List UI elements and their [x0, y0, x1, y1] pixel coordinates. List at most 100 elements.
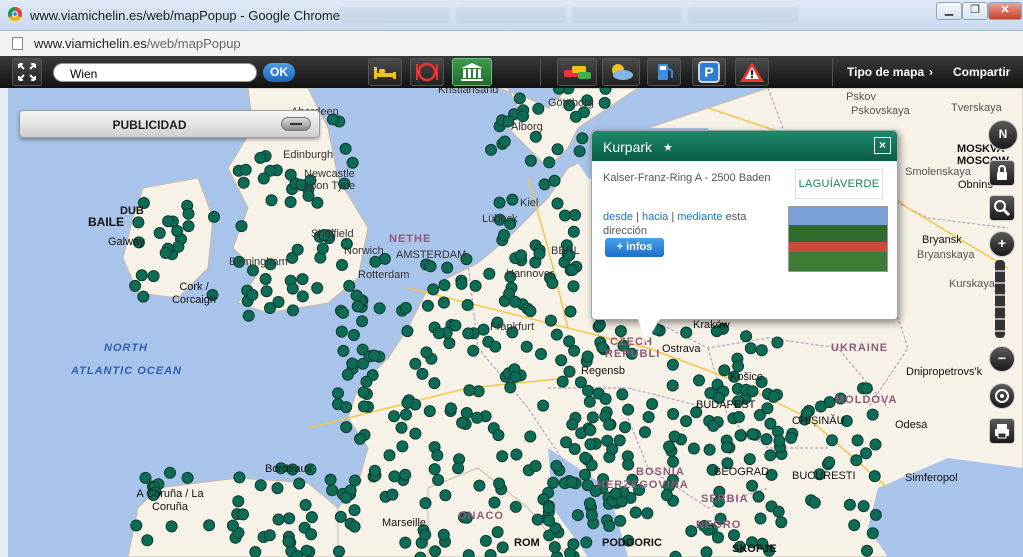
poi-pin[interactable] [428, 463, 441, 476]
poi-pin[interactable] [263, 529, 276, 542]
poi-pin[interactable] [159, 247, 172, 259]
poi-pin[interactable] [734, 429, 747, 442]
poi-pin[interactable] [687, 442, 700, 455]
poi-pin[interactable] [814, 400, 827, 413]
poi-pin[interactable] [286, 282, 299, 295]
poi-pin[interactable] [427, 283, 440, 296]
poi-pin[interactable] [437, 296, 450, 309]
poi-pin[interactable] [622, 403, 635, 416]
poi-pin[interactable] [235, 220, 248, 233]
poi-pin[interactable] [305, 511, 318, 524]
poi-pin[interactable] [619, 421, 631, 434]
poi-pin[interactable] [416, 367, 429, 380]
map-canvas[interactable]: Aberdeen Edinburgh Newcastle upon Tyne K… [8, 88, 1023, 557]
poi-pin[interactable] [826, 434, 838, 447]
poi-pin[interactable] [437, 528, 450, 541]
poi-pin[interactable] [296, 273, 309, 286]
poi-pin[interactable] [369, 255, 382, 268]
poi-pin[interactable] [424, 260, 437, 273]
poi-pin[interactable] [386, 488, 399, 501]
poi-pin[interactable] [483, 267, 496, 280]
share-button[interactable]: Compartir [953, 65, 1010, 79]
poi-pin[interactable] [259, 273, 272, 285]
poi-pin[interactable] [496, 450, 509, 463]
poi-pin[interactable] [581, 350, 594, 363]
poi-pin[interactable] [129, 279, 142, 292]
warning-icon[interactable] [735, 58, 769, 86]
poi-pin[interactable] [182, 207, 195, 220]
poi-pin[interactable] [296, 290, 309, 303]
poi-pin[interactable] [399, 468, 412, 481]
poi-pin[interactable] [693, 374, 705, 387]
poi-pin[interactable] [532, 102, 545, 115]
url-text[interactable]: www.viamichelin.es/web/mapPopup [34, 36, 241, 51]
poi-pin[interactable] [569, 209, 581, 221]
poi-pin[interactable] [556, 375, 569, 388]
poi-pin[interactable] [368, 349, 381, 362]
minimize-panel-button[interactable] [281, 117, 311, 131]
poi-pin[interactable] [606, 443, 619, 456]
poi-pin[interactable] [680, 326, 693, 339]
poi-pin[interactable] [584, 438, 597, 451]
poi-pin[interactable] [551, 197, 564, 210]
poi-pin[interactable] [226, 519, 239, 532]
poi-pin[interactable] [848, 519, 861, 532]
poi-pin[interactable] [399, 301, 412, 314]
poi-pin[interactable] [439, 489, 452, 502]
poi-pin[interactable] [346, 357, 359, 370]
star-icon[interactable]: ★ [663, 141, 673, 154]
poi-pin[interactable] [368, 464, 381, 477]
poi-pin[interactable] [764, 449, 777, 462]
poi-pin[interactable] [340, 401, 353, 414]
poi-pin[interactable] [485, 143, 497, 156]
poi-pin[interactable] [543, 156, 556, 169]
poi-pin[interactable] [498, 135, 511, 148]
poi-pin[interactable] [326, 484, 339, 497]
poi-pin[interactable] [469, 279, 482, 292]
poi-pin[interactable] [162, 215, 175, 228]
poi-pin[interactable] [771, 336, 784, 349]
poi-pin[interactable] [165, 520, 178, 533]
close-window-button[interactable]: ✕ [988, 2, 1022, 20]
poi-pin[interactable] [428, 377, 441, 390]
poi-pin[interactable] [492, 429, 505, 442]
poi-pin[interactable] [343, 279, 356, 292]
poi-pin[interactable] [566, 418, 579, 431]
poi-pin[interactable] [419, 497, 432, 510]
poi-pin[interactable] [337, 306, 350, 319]
poi-pin[interactable] [396, 440, 409, 453]
poi-pin[interactable] [348, 520, 361, 533]
poi-pin[interactable] [772, 505, 785, 518]
poi-pin[interactable] [571, 509, 584, 522]
fuel-icon[interactable] [647, 58, 681, 86]
poi-pin[interactable] [752, 490, 765, 503]
poi-pin[interactable] [340, 421, 353, 434]
poi-pin[interactable] [373, 302, 386, 315]
poi-pin[interactable] [346, 156, 359, 169]
poi-pin[interactable] [208, 210, 220, 223]
poi-pin[interactable] [542, 501, 555, 514]
poi-pin[interactable] [568, 443, 581, 455]
hotel-icon[interactable] [368, 58, 402, 86]
poi-pin[interactable] [254, 151, 267, 164]
ok-button[interactable]: OK [263, 63, 295, 82]
poi-pin[interactable] [498, 229, 510, 241]
poi-pin[interactable] [341, 368, 354, 381]
poi-pin[interactable] [452, 462, 465, 475]
poi-pin[interactable] [357, 400, 370, 413]
restaurant-icon[interactable] [410, 58, 444, 86]
poi-pin[interactable] [712, 531, 724, 544]
poi-pin[interactable] [462, 327, 475, 340]
poi-pin[interactable] [700, 546, 713, 557]
poi-pin[interactable] [491, 526, 504, 539]
poi-pin[interactable] [642, 411, 655, 423]
poi-pin[interactable] [473, 479, 486, 492]
poi-pin[interactable] [866, 527, 879, 540]
lock-icon[interactable] [989, 160, 1015, 186]
poi-pin[interactable] [496, 541, 509, 554]
poi-pin[interactable] [333, 545, 345, 557]
poi-pin[interactable] [567, 225, 580, 238]
poi-pin[interactable] [866, 408, 879, 421]
poi-pin[interactable] [563, 335, 576, 348]
poi-pin[interactable] [506, 193, 519, 206]
